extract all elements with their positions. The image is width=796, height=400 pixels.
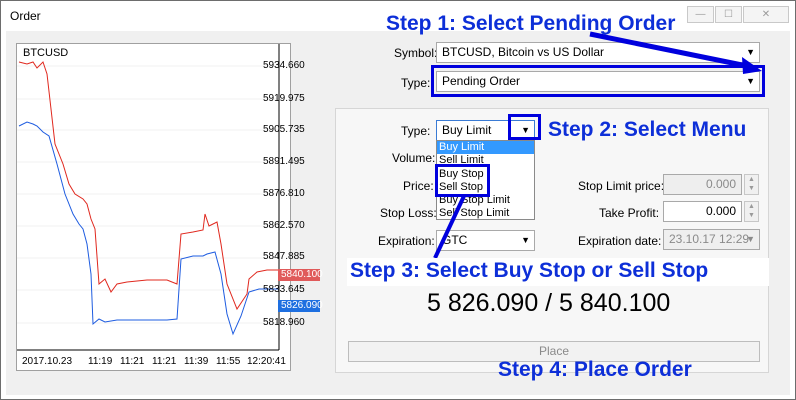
chevron-down-icon: ▼ [521,235,530,245]
step3-highlight-box [435,164,490,197]
price-axis-label: 5934.660 [263,60,305,71]
close-button[interactable]: ✕ [743,6,789,23]
price-axis-label: 5891.495 [263,156,305,167]
price-axis-label: 5905.735 [263,124,305,135]
symbol-label: Symbol: [394,46,438,60]
window-title: Order [10,9,41,23]
ask-price-badge: 5840.100 [278,269,323,281]
bid-line [18,121,279,336]
time-axis-label: 12:20:41 [247,356,286,367]
time-axis-label: 11:19 [88,356,113,367]
step3-label: Step 3: Select Buy Stop or Sell Stop [350,259,709,282]
symbol-select[interactable]: BTCUSD, Bitcoin vs US Dollar ▼ [436,42,760,63]
bid-price-badge: 5826.090 [278,300,323,312]
chart-svg [17,44,280,351]
step1-highlight-box [431,65,765,97]
maximize-button[interactable]: ☐ [715,6,742,23]
option-sell-stop-limit[interactable]: Sell Stop Limit [437,207,534,220]
price-chart: BTCUSD [16,43,291,371]
expiration-label: Expiration: [378,234,435,248]
price-axis-label: 5919.975 [263,93,305,104]
stop-limit-price-label: Stop Limit price: [578,179,665,193]
stop-loss-label: Stop Loss: [380,206,437,220]
minimize-button[interactable]: — [687,6,714,23]
expiration-date-value: 23.10.17 12:29 [669,232,750,246]
take-profit-input[interactable]: 0.000 [663,201,742,222]
price-axis-label: 5833.645 [263,284,305,295]
stop-limit-price-input[interactable]: 0.000 [663,174,742,195]
chevron-down-icon: ▼ [746,47,755,57]
step1-label: Step 1: Select Pending Order [386,12,676,35]
time-axis-label: 11:55 [216,356,241,367]
pending-type-label: Type: [401,124,431,138]
expiration-date-label: Expiration date: [578,234,662,248]
type-label: Type: [401,76,431,90]
option-buy-limit[interactable]: Buy Limit [437,141,534,154]
price-label: Price: [403,179,434,193]
symbol-value: BTCUSD, Bitcoin vs US Dollar [442,45,605,59]
step4-label: Step 4: Place Order [498,358,692,381]
chart-symbol-label: BTCUSD [23,47,69,59]
step2-label: Step 2: Select Menu [548,118,747,141]
expiration-date-picker[interactable]: 23.10.17 12:29 ▼ [663,229,760,250]
expiration-value: GTC [442,233,468,247]
volume-label: Volume: [392,151,436,165]
time-axis-label: 11:21 [152,356,177,367]
take-profit-spinner[interactable]: ▲ ▼ [744,201,759,222]
price-axis-label: 5847.885 [263,251,305,262]
pending-type-value: Buy Limit [442,123,492,137]
bid-ask-quote: 5 826.090 / 5 840.100 [427,289,671,317]
chevron-down-icon: ▼ [746,234,755,244]
expiration-select[interactable]: GTC ▼ [436,230,535,251]
time-axis-label: 2017.10.23 [22,356,73,367]
take-profit-label: Take Profit: [599,206,660,220]
price-axis-label: 5818.960 [263,317,305,328]
time-axis-label: 11:21 [120,356,145,367]
step2-highlight-box [508,114,541,140]
price-axis-label: 5862.570 [263,220,305,231]
price-axis-label: 5876.810 [263,188,305,199]
stop-limit-price-spinner[interactable]: ▲ ▼ [744,174,759,195]
time-axis-label: 11:39 [184,356,209,367]
